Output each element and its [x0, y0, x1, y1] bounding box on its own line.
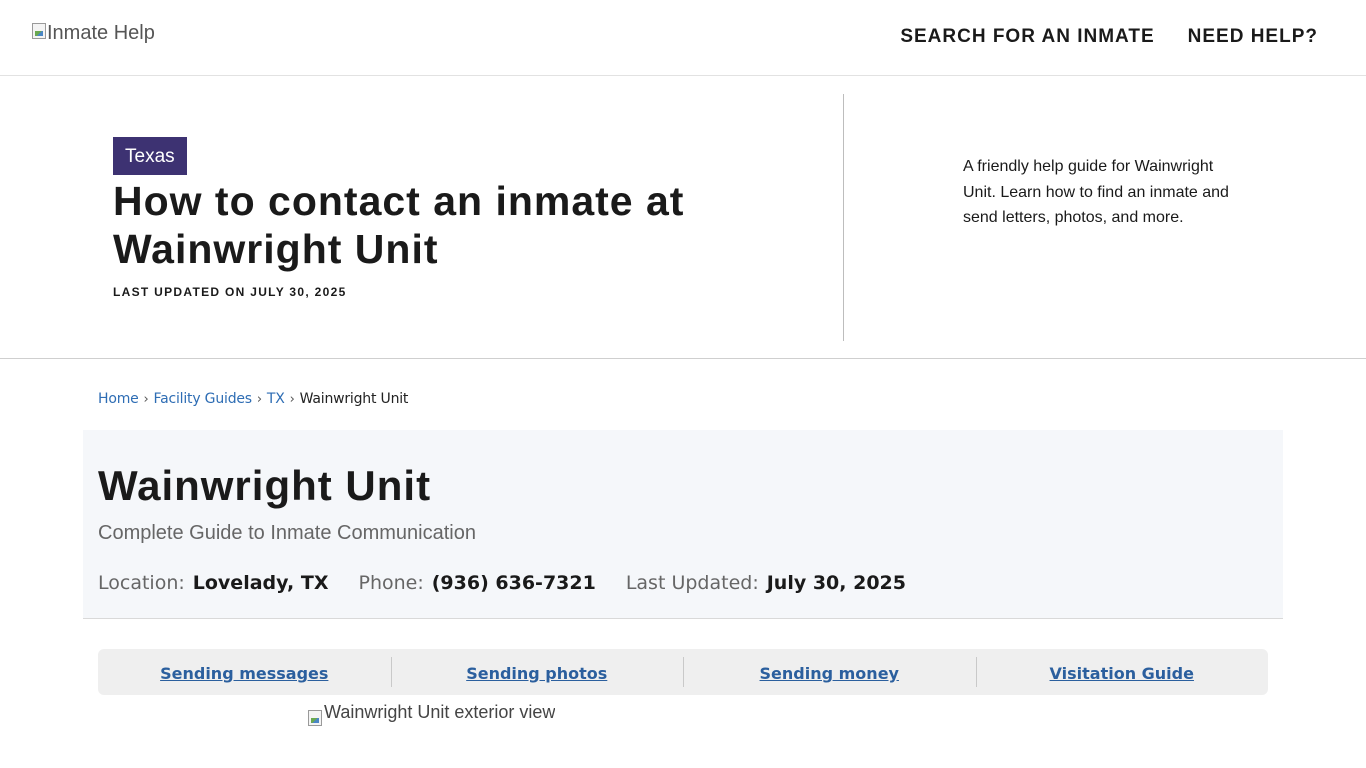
- hero-intro-text: A friendly help guide for Wainwright Uni…: [963, 158, 1229, 226]
- breadcrumb-separator: ›: [256, 391, 262, 407]
- main-nav: SEARCH FOR AN INMATE NEED HELP?: [900, 26, 1318, 48]
- meta-location: Location: Lovelady, TX: [98, 572, 328, 594]
- breadcrumb-home[interactable]: Home: [98, 391, 139, 407]
- tab-visitation-guide: Visitation Guide: [975, 649, 1269, 695]
- tab-sending-money: Sending money: [683, 649, 976, 695]
- meta-label: Location:: [98, 572, 185, 594]
- broken-image-icon: [308, 710, 322, 726]
- meta-label: Phone:: [358, 572, 424, 594]
- last-updated-label: LAST UPDATED ON JULY 30, 2025: [113, 285, 347, 299]
- meta-last-updated: Last Updated: July 30, 2025: [626, 572, 906, 594]
- exterior-image-alt: Wainwright Unit exterior view: [324, 702, 556, 722]
- logo-alt-text: Inmate Help: [47, 22, 155, 44]
- broken-image-icon: [32, 23, 46, 39]
- facility-exterior-image: Wainwright Unit exterior view: [308, 702, 555, 726]
- hero-section: Texas How to contact an inmate at Wainwr…: [0, 77, 1366, 359]
- meta-value: Lovelady, TX: [192, 572, 329, 594]
- site-logo[interactable]: Inmate Help: [32, 22, 155, 54]
- facility-subtitle: Complete Guide to Inmate Communication: [98, 522, 476, 544]
- breadcrumb-separator: ›: [289, 391, 295, 407]
- breadcrumb-current: Wainwright Unit: [299, 391, 409, 407]
- tab-link[interactable]: Visitation Guide: [1050, 664, 1194, 683]
- tab-sending-messages: Sending messages: [98, 649, 391, 695]
- site-header: Inmate Help SEARCH FOR AN INMATE NEED HE…: [0, 0, 1366, 76]
- meta-label: Last Updated:: [625, 572, 759, 594]
- breadcrumb-facility-guides[interactable]: Facility Guides: [154, 391, 253, 407]
- nav-search-inmate[interactable]: SEARCH FOR AN INMATE: [900, 26, 1154, 48]
- tab-link[interactable]: Sending photos: [466, 664, 607, 683]
- meta-value: (936) 636-7321: [431, 572, 596, 594]
- meta-value: July 30, 2025: [766, 572, 906, 594]
- tab-link[interactable]: Sending money: [760, 664, 899, 683]
- breadcrumb-tx[interactable]: TX: [267, 391, 285, 407]
- breadcrumb-separator: ›: [143, 391, 149, 407]
- guide-tabs: Sending messages Sending photos Sending …: [98, 649, 1268, 695]
- facility-meta: Location: Lovelady, TX Phone: (936) 636-…: [98, 572, 906, 594]
- facility-card: Wainwright Unit Complete Guide to Inmate…: [83, 430, 1283, 619]
- tab-sending-photos: Sending photos: [390, 649, 684, 695]
- nav-need-help[interactable]: NEED HELP?: [1188, 26, 1318, 48]
- breadcrumb: Home › Facility Guides › TX › Wainwright…: [98, 391, 408, 407]
- state-badge[interactable]: Texas: [113, 137, 187, 175]
- page-title: How to contact an inmate at Wainwright U…: [113, 178, 685, 272]
- hero-divider: [843, 94, 844, 341]
- tab-link[interactable]: Sending messages: [160, 664, 328, 683]
- meta-phone: Phone: (936) 636-7321: [358, 572, 595, 594]
- facility-title: Wainwright Unit: [98, 462, 432, 509]
